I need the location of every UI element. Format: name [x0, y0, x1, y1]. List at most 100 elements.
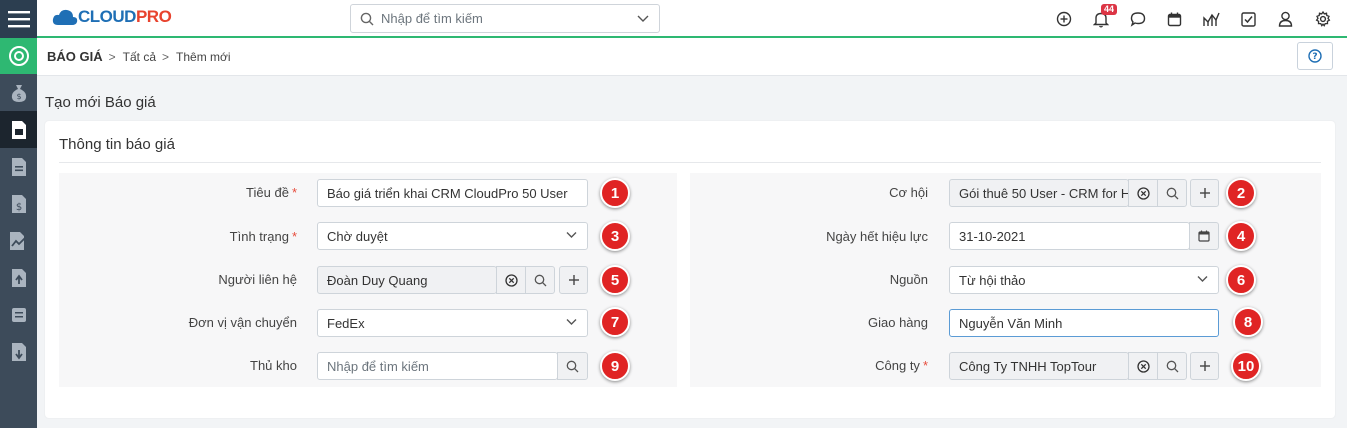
sidebar-item-download[interactable]	[0, 333, 37, 370]
menu-icon[interactable]	[0, 0, 37, 38]
chevron-down-icon[interactable]	[637, 15, 649, 23]
quote-info-card: Thông tin báo giá Tiêu đề * Báo giá triển…	[45, 121, 1335, 418]
field-label-opportunity: Cơ hội	[889, 185, 928, 200]
add-opportunity-button[interactable]	[1190, 179, 1219, 207]
field-label-source: Nguồn	[889, 272, 928, 287]
contact-value: Đoàn Duy Quang	[327, 272, 428, 288]
marker-9: 9	[600, 351, 630, 381]
field-label-status: Tình trạng *	[229, 229, 297, 244]
download-document-icon	[11, 342, 26, 361]
source-select[interactable]: Từ hội thảo	[949, 266, 1219, 294]
section-title: Thông tin báo giá	[59, 136, 175, 153]
upload-document-icon	[11, 268, 26, 287]
warehouse-keeper-search-button[interactable]	[557, 352, 588, 380]
analytics-icon[interactable]	[1193, 0, 1230, 38]
top-bar: CLOUDPRO Nhập để tìm kiếm 44	[0, 0, 1347, 38]
warehouse-keeper-placeholder: Nhập để tìm kiếm	[327, 358, 429, 374]
marker-4: 4	[1226, 221, 1256, 251]
sidebar-item-reports[interactable]	[0, 222, 37, 259]
cloudpro-logo[interactable]: CLOUDPRO	[52, 7, 172, 27]
carrier-select[interactable]: FedEx	[317, 309, 588, 337]
sidebar: $ $	[0, 38, 37, 428]
title-value: Báo giá triển khai CRM CloudPro 50 User	[327, 185, 568, 201]
target-icon	[8, 46, 29, 66]
search-icon	[534, 274, 546, 286]
marker-6: 6	[1226, 265, 1256, 295]
field-label-warehouse-keeper: Thủ kho	[250, 358, 297, 373]
document-icon	[11, 157, 26, 176]
field-label-delivery: Giao hàng	[868, 315, 928, 330]
clear-icon	[504, 273, 518, 287]
expiry-date-input[interactable]: 31-10-2021	[949, 222, 1190, 250]
clear-icon	[1136, 186, 1150, 200]
sidebar-item-home[interactable]	[0, 38, 37, 74]
warehouse-keeper-input[interactable]: Nhập để tìm kiếm	[317, 352, 558, 380]
logo-text-cloud: CLOUD	[78, 7, 136, 26]
add-contact-button[interactable]	[559, 266, 588, 294]
global-search-input[interactable]: Nhập để tìm kiếm	[350, 4, 660, 33]
breadcrumb-separator: >	[108, 49, 116, 64]
plus-icon	[1199, 361, 1210, 371]
notification-badge: 44	[1101, 4, 1118, 15]
opportunity-clear-button[interactable]	[1128, 179, 1158, 207]
title-input[interactable]: Báo giá triển khai CRM CloudPro 50 User	[317, 179, 588, 207]
calendar-icon[interactable]	[1156, 0, 1193, 38]
cloud-icon	[52, 9, 78, 25]
search-icon	[360, 12, 374, 26]
source-value: Từ hội thảo	[959, 272, 1026, 288]
quote-document-icon	[11, 120, 26, 139]
contact-search-button[interactable]	[525, 266, 555, 294]
gear-icon[interactable]	[1304, 0, 1341, 38]
company-clear-button[interactable]	[1128, 352, 1158, 380]
company-input[interactable]: Công Ty TNHH TopTour	[949, 352, 1129, 380]
chat-icon[interactable]	[1119, 0, 1156, 38]
sidebar-item-books[interactable]	[0, 296, 37, 333]
bell-icon[interactable]: 44	[1082, 0, 1119, 38]
chart-document-icon	[9, 231, 28, 250]
page-title: Tạo mới Báo giá	[45, 94, 156, 111]
field-label-carrier: Đơn vị vận chuyển	[188, 315, 297, 330]
marker-2: 2	[1226, 178, 1256, 208]
section-divider	[59, 162, 1321, 163]
company-value: Công Ty TNHH TopTour	[959, 358, 1097, 374]
help-button[interactable]: ?	[1297, 42, 1333, 70]
checkbox-icon[interactable]	[1230, 0, 1267, 38]
breadcrumb: BÁO GIÁ > Tất cả > Thêm mới ?	[37, 38, 1347, 76]
company-search-button[interactable]	[1157, 352, 1187, 380]
expiry-date-value: 31-10-2021	[959, 228, 1026, 244]
dollar-document-icon: $	[11, 194, 26, 213]
book-icon	[11, 307, 26, 322]
field-label-company: Công ty *	[875, 358, 928, 373]
breadcrumb-all[interactable]: Tất cả	[123, 50, 156, 64]
add-circle-icon[interactable]	[1045, 0, 1082, 38]
clear-icon	[1136, 359, 1150, 373]
delivery-input[interactable]: Nguyễn Văn Minh	[949, 309, 1219, 337]
svg-text:$: $	[15, 202, 21, 213]
chevron-down-icon	[566, 232, 577, 238]
help-icon: ?	[1308, 49, 1322, 63]
sidebar-item-invoices[interactable]: $	[0, 185, 37, 222]
marker-8: 8	[1233, 307, 1263, 337]
marker-1: 1	[600, 178, 630, 208]
status-select[interactable]: Chờ duyệt	[317, 222, 588, 250]
search-icon	[566, 360, 579, 372]
add-company-button[interactable]	[1190, 352, 1219, 380]
sidebar-item-documents[interactable]	[0, 148, 37, 185]
delivery-value: Nguyễn Văn Minh	[959, 315, 1063, 331]
chevron-down-icon	[566, 319, 577, 325]
contact-clear-button[interactable]	[496, 266, 526, 294]
opportunity-input[interactable]: Gói thuê 50 User - CRM for H	[949, 179, 1129, 207]
sidebar-item-sales[interactable]: $	[0, 74, 37, 111]
date-picker-button[interactable]	[1189, 222, 1219, 250]
svg-text:?: ?	[1312, 52, 1317, 62]
breadcrumb-module[interactable]: BÁO GIÁ	[47, 49, 103, 64]
contact-input[interactable]: Đoàn Duy Quang	[317, 266, 497, 294]
breadcrumb-add-new: Thêm mới	[176, 49, 231, 64]
svg-text:$: $	[16, 92, 21, 101]
opportunity-search-button[interactable]	[1157, 179, 1187, 207]
user-icon[interactable]	[1267, 0, 1304, 38]
carrier-value: FedEx	[327, 315, 365, 331]
sidebar-item-quotes[interactable]	[0, 111, 37, 148]
plus-icon	[568, 275, 579, 285]
sidebar-item-upload[interactable]	[0, 259, 37, 296]
